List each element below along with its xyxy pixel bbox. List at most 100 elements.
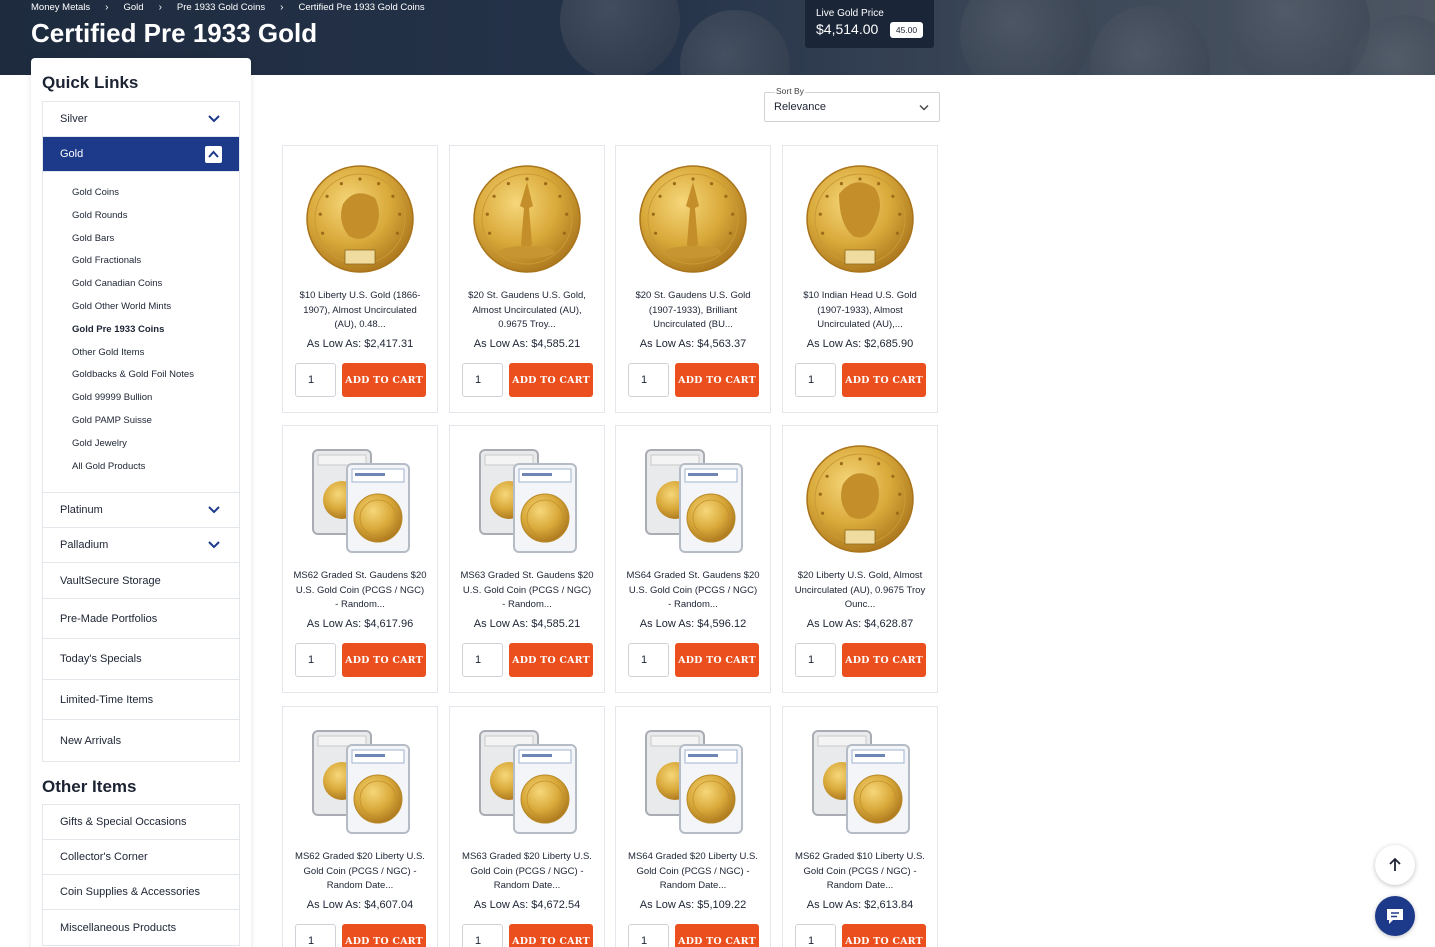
product-name-link[interactable]: MS62 Graded St. Gaudens $20 U.S. Gold Co… bbox=[293, 569, 427, 611]
product-name-link[interactable]: $20 Liberty U.S. Gold, Almost Uncirculat… bbox=[793, 569, 927, 611]
sidebar-item-premade[interactable]: Pre-Made Portfolios bbox=[43, 599, 239, 640]
sort-select[interactable]: Relevance bbox=[764, 92, 940, 122]
product-card[interactable]: MS63 Graded St. Gaudens $20 U.S. Gold Co… bbox=[449, 425, 605, 693]
quantity-input[interactable]: 1 bbox=[295, 643, 336, 677]
scroll-to-top-button[interactable] bbox=[1375, 845, 1415, 885]
quantity-input[interactable]: 1 bbox=[462, 643, 503, 677]
product-image[interactable] bbox=[472, 725, 582, 835]
sidebar-item-label: Coin Supplies & Accessories bbox=[60, 886, 201, 898]
sidebar-item-limited[interactable]: Limited-Time Items bbox=[43, 680, 239, 721]
sidebar-item-silver[interactable]: Silver bbox=[43, 102, 239, 137]
submenu-item-gold-pre1933[interactable]: Gold Pre 1933 Coins bbox=[72, 319, 239, 342]
sidebar-item-palladium[interactable]: Palladium bbox=[43, 528, 239, 564]
submenu-item-gold-canadian[interactable]: Gold Canadian Coins bbox=[72, 273, 239, 296]
product-name-link[interactable]: $10 Liberty U.S. Gold (1866-1907), Almos… bbox=[293, 289, 427, 331]
add-to-cart-button[interactable]: ADD TO CART bbox=[675, 924, 759, 947]
product-card[interactable]: MS64 Graded $20 Liberty U.S. Gold Coin (… bbox=[615, 706, 771, 947]
product-card[interactable]: MS64 Graded St. Gaudens $20 U.S. Gold Co… bbox=[615, 425, 771, 693]
product-name-link[interactable]: MS63 Graded St. Gaudens $20 U.S. Gold Co… bbox=[460, 569, 594, 611]
sidebar-item-collectors[interactable]: Collector's Corner bbox=[43, 840, 239, 875]
sidebar-item-gifts[interactable]: Gifts & Special Occasions bbox=[43, 805, 239, 840]
product-image[interactable] bbox=[638, 725, 748, 835]
sidebar-item-gold[interactable]: Gold bbox=[43, 137, 239, 172]
product-price: As Low As: $4,617.96 bbox=[306, 618, 414, 630]
chat-button[interactable] bbox=[1375, 896, 1415, 936]
submenu-item-all-gold[interactable]: All Gold Products bbox=[72, 456, 239, 479]
product-image[interactable] bbox=[638, 164, 748, 274]
sidebar-item-specials[interactable]: Today's Specials bbox=[43, 639, 239, 681]
product-card[interactable]: MS62 Graded $20 Liberty U.S. Gold Coin (… bbox=[282, 706, 438, 947]
product-name-link[interactable]: MS64 Graded $20 Liberty U.S. Gold Coin (… bbox=[626, 850, 760, 892]
product-name-link[interactable]: $10 Indian Head U.S. Gold (1907-1933), A… bbox=[793, 289, 927, 331]
breadcrumb-link-gold[interactable]: Gold bbox=[123, 2, 143, 13]
sidebar-item-arrivals[interactable]: New Arrivals bbox=[43, 720, 239, 761]
sidebar-item-misc[interactable]: Miscellaneous Products bbox=[43, 910, 239, 945]
product-image[interactable] bbox=[638, 444, 748, 554]
add-to-cart-button[interactable]: ADD TO CART bbox=[509, 363, 593, 397]
quantity-input[interactable]: 1 bbox=[795, 924, 836, 947]
sidebar-item-vault[interactable]: VaultSecure Storage bbox=[43, 563, 239, 600]
product-image[interactable] bbox=[305, 444, 415, 554]
breadcrumb-link-home[interactable]: Money Metals bbox=[31, 2, 90, 13]
quantity-input[interactable]: 1 bbox=[628, 643, 669, 677]
add-to-cart-button[interactable]: ADD TO CART bbox=[509, 924, 593, 947]
submenu-item-gold-pamp[interactable]: Gold PAMP Suisse bbox=[72, 410, 239, 433]
product-card[interactable]: $20 St. Gaudens U.S. Gold, Almost Uncirc… bbox=[449, 145, 605, 413]
add-to-cart-button[interactable]: ADD TO CART bbox=[675, 643, 759, 677]
product-name-link[interactable]: MS64 Graded St. Gaudens $20 U.S. Gold Co… bbox=[626, 569, 760, 611]
product-name-link[interactable]: $20 St. Gaudens U.S. Gold, Almost Uncirc… bbox=[460, 289, 594, 331]
submenu-item-other-gold[interactable]: Other Gold Items bbox=[72, 342, 239, 365]
chevron-down-icon[interactable] bbox=[207, 539, 221, 551]
product-image[interactable] bbox=[472, 444, 582, 554]
submenu-item-gold-99999[interactable]: Gold 99999 Bullion bbox=[72, 387, 239, 410]
product-card[interactable]: MS62 Graded $10 Liberty U.S. Gold Coin (… bbox=[782, 706, 938, 947]
product-card[interactable]: MS62 Graded St. Gaudens $20 U.S. Gold Co… bbox=[282, 425, 438, 693]
submenu-item-gold-world-mints[interactable]: Gold Other World Mints bbox=[72, 296, 239, 319]
quantity-input[interactable]: 1 bbox=[462, 363, 503, 397]
live-gold-price[interactable]: Live Gold Price $4,514.00 45.00 bbox=[805, 0, 934, 48]
quantity-input[interactable]: 1 bbox=[295, 924, 336, 947]
product-name-link[interactable]: $20 St. Gaudens U.S. Gold (1907-1933), B… bbox=[626, 289, 760, 331]
quantity-input[interactable]: 1 bbox=[295, 363, 336, 397]
submenu-item-gold-rounds[interactable]: Gold Rounds bbox=[72, 205, 239, 228]
submenu-item-gold-jewelry[interactable]: Gold Jewelry bbox=[72, 433, 239, 456]
quantity-input[interactable]: 1 bbox=[795, 363, 836, 397]
add-to-cart-button[interactable]: ADD TO CART bbox=[342, 363, 426, 397]
product-card[interactable]: $10 Indian Head U.S. Gold (1907-1933), A… bbox=[782, 145, 938, 413]
product-image[interactable] bbox=[305, 164, 415, 274]
chevron-down-icon[interactable] bbox=[207, 504, 221, 516]
chevron-up-icon[interactable] bbox=[205, 146, 222, 163]
add-to-cart-button[interactable]: ADD TO CART bbox=[842, 924, 926, 947]
product-image[interactable] bbox=[805, 164, 915, 274]
product-card[interactable]: $20 Liberty U.S. Gold, Almost Uncirculat… bbox=[782, 425, 938, 693]
add-to-cart-button[interactable]: ADD TO CART bbox=[509, 643, 593, 677]
add-to-cart-button[interactable]: ADD TO CART bbox=[342, 924, 426, 947]
quantity-input[interactable]: 1 bbox=[628, 924, 669, 947]
chevron-down-icon bbox=[919, 105, 929, 111]
breadcrumb-link-pre1933[interactable]: Pre 1933 Gold Coins bbox=[177, 2, 265, 13]
product-image[interactable] bbox=[805, 444, 915, 554]
quantity-input[interactable]: 1 bbox=[628, 363, 669, 397]
product-image[interactable] bbox=[805, 725, 915, 835]
sidebar-item-platinum[interactable]: Platinum bbox=[43, 493, 239, 529]
quantity-input[interactable]: 1 bbox=[462, 924, 503, 947]
product-name-link[interactable]: MS63 Graded $20 Liberty U.S. Gold Coin (… bbox=[460, 850, 594, 892]
product-image[interactable] bbox=[305, 725, 415, 835]
product-card[interactable]: $10 Liberty U.S. Gold (1866-1907), Almos… bbox=[282, 145, 438, 413]
product-image[interactable] bbox=[472, 164, 582, 274]
product-card[interactable]: MS63 Graded $20 Liberty U.S. Gold Coin (… bbox=[449, 706, 605, 947]
submenu-item-gold-fractionals[interactable]: Gold Fractionals bbox=[72, 250, 239, 273]
add-to-cart-button[interactable]: ADD TO CART bbox=[842, 643, 926, 677]
submenu-item-goldbacks[interactable]: Goldbacks & Gold Foil Notes bbox=[72, 364, 239, 387]
submenu-item-gold-coins[interactable]: Gold Coins bbox=[72, 182, 239, 205]
product-name-link[interactable]: MS62 Graded $20 Liberty U.S. Gold Coin (… bbox=[293, 850, 427, 892]
sidebar-item-supplies[interactable]: Coin Supplies & Accessories bbox=[43, 875, 239, 910]
add-to-cart-button[interactable]: ADD TO CART bbox=[842, 363, 926, 397]
product-name-link[interactable]: MS62 Graded $10 Liberty U.S. Gold Coin (… bbox=[793, 850, 927, 892]
product-card[interactable]: $20 St. Gaudens U.S. Gold (1907-1933), B… bbox=[615, 145, 771, 413]
quantity-input[interactable]: 1 bbox=[795, 643, 836, 677]
submenu-item-gold-bars[interactable]: Gold Bars bbox=[72, 228, 239, 251]
chevron-down-icon[interactable] bbox=[207, 113, 221, 125]
add-to-cart-button[interactable]: ADD TO CART bbox=[342, 643, 426, 677]
add-to-cart-button[interactable]: ADD TO CART bbox=[675, 363, 759, 397]
